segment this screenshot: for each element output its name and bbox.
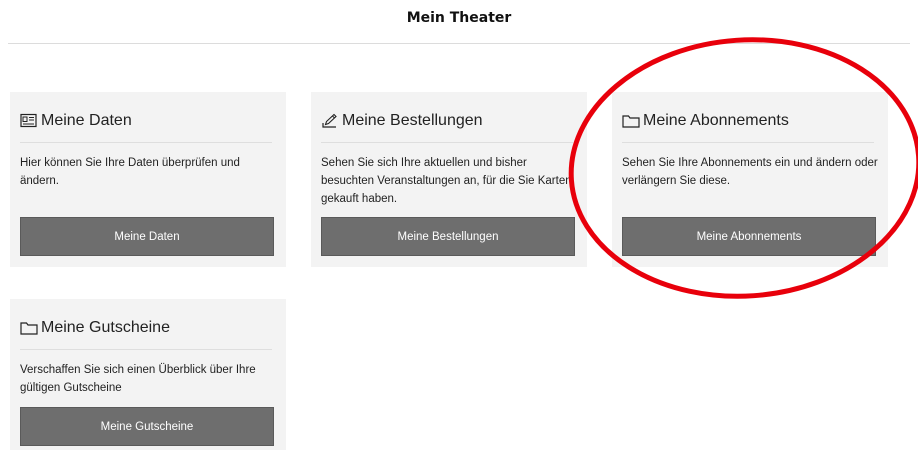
card-title: Meine Abonnements xyxy=(643,112,789,129)
meine-bestellungen-button[interactable]: Meine Bestellungen xyxy=(321,217,575,256)
card-header: Meine Bestellungen xyxy=(321,110,573,143)
edit-note-icon xyxy=(322,113,337,128)
card-header: Meine Daten xyxy=(20,110,272,143)
meine-daten-button[interactable]: Meine Daten xyxy=(20,217,274,256)
card-title: Meine Daten xyxy=(41,112,132,129)
card-meine-gutscheine: Meine Gutscheine Verschaffen Sie sich ei… xyxy=(10,299,286,450)
card-description: Sehen Sie Ihre Abonnements ein und änder… xyxy=(622,157,878,187)
folder-icon xyxy=(622,115,640,128)
card-header: Meine Gutscheine xyxy=(20,317,272,350)
card-meine-daten: Meine Daten Hier können Sie Ihre Daten ü… xyxy=(10,92,286,267)
meine-abonnements-button[interactable]: Meine Abonnements xyxy=(622,217,876,256)
card-meine-abonnements: Meine Abonnements Sehen Sie Ihre Abonnem… xyxy=(612,92,888,267)
id-card-icon xyxy=(20,113,37,128)
title-divider xyxy=(8,43,910,44)
meine-gutscheine-button[interactable]: Meine Gutscheine xyxy=(20,407,274,446)
card-description: Verschaffen Sie sich einen Überblick übe… xyxy=(20,364,256,394)
folder-icon xyxy=(20,322,38,335)
page-title: Mein Theater xyxy=(406,10,512,26)
card-title: Meine Bestellungen xyxy=(342,112,483,129)
card-meine-bestellungen: Meine Bestellungen Sehen Sie sich Ihre a… xyxy=(311,92,587,267)
card-description: Sehen Sie sich Ihre aktuellen und bisher… xyxy=(321,157,572,205)
card-description: Hier können Sie Ihre Daten überprüfen un… xyxy=(20,157,240,187)
card-title: Meine Gutscheine xyxy=(41,319,170,336)
card-header: Meine Abonnements xyxy=(622,110,874,143)
